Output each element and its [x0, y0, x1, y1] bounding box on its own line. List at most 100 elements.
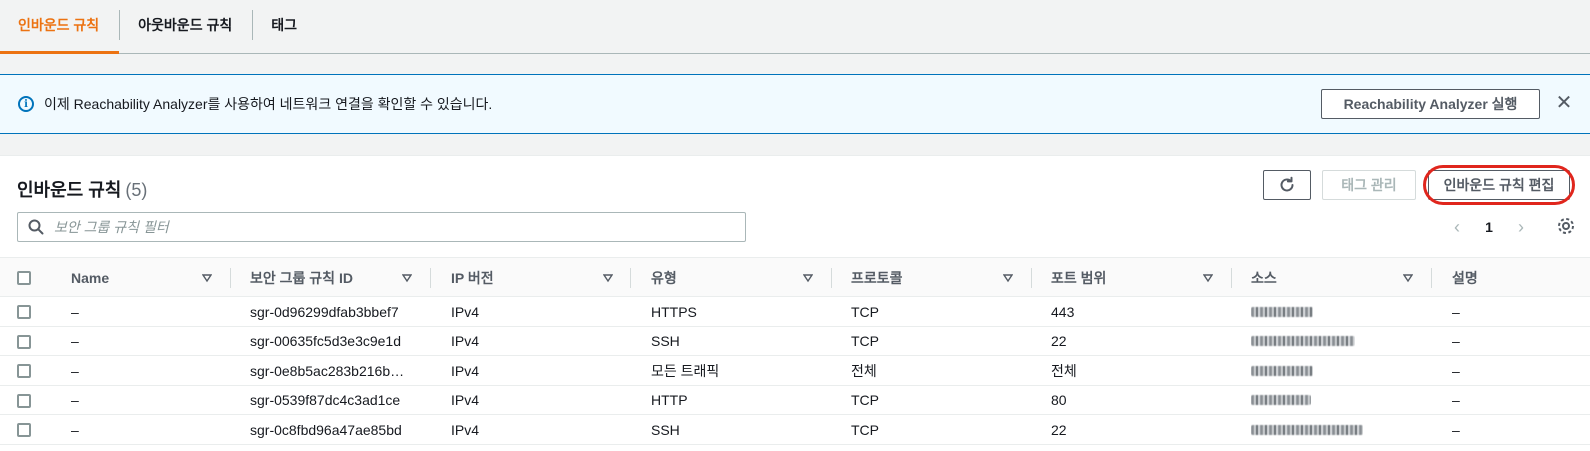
table-row[interactable]: – sgr-0539f87dc4c3ad1ce IPv4 HTTP TCP 80…: [0, 386, 1590, 416]
table-row[interactable]: – sgr-0c8fbd96a47ae85bd IPv4 SSH TCP 22 …: [0, 415, 1590, 445]
edit-inbound-rules-button[interactable]: 인바운드 규칙 편집: [1428, 170, 1570, 200]
chevron-left-icon[interactable]: ‹: [1449, 217, 1465, 238]
cell-ip-version: IPv4: [451, 303, 480, 320]
tab-bar: 인바운드 규칙 아웃바운드 규칙 태그: [0, 0, 1590, 54]
column-header-name[interactable]: Name: [71, 258, 109, 298]
search-icon: [28, 219, 44, 235]
column-divider: [831, 268, 832, 288]
cell-rule-id: sgr-00635fc5d3e3c9e1d: [250, 333, 402, 350]
cell-ip-version: IPv4: [451, 362, 480, 379]
cell-name: –: [71, 421, 79, 438]
cell-protocol: TCP: [851, 303, 879, 320]
gear-icon[interactable]: [1556, 216, 1576, 236]
tab-outbound-rules[interactable]: 아웃바운드 규칙: [120, 0, 252, 50]
cell-source-redacted: [1251, 415, 1363, 444]
cell-source-redacted: [1251, 327, 1355, 356]
table-row[interactable]: – sgr-0e8b5ac283b216b… IPv4 모든 트래픽 전체 전체…: [0, 356, 1590, 386]
close-icon[interactable]: ✕: [1554, 93, 1574, 113]
sort-icon[interactable]: [1003, 273, 1013, 283]
cell-description: –: [1452, 333, 1460, 350]
cell-description: –: [1452, 421, 1460, 438]
tab-tags[interactable]: 태그: [253, 0, 317, 50]
cell-description: –: [1452, 362, 1460, 379]
table-header: Name 보안 그룹 규칙 ID IP 버전 유형 프로토콜 포트 범위 소스 …: [0, 257, 1590, 297]
cell-source-redacted: [1251, 386, 1311, 415]
cell-type: 모든 트래픽: [651, 362, 720, 379]
cell-port-range: 22: [1051, 333, 1067, 350]
info-icon: i: [18, 96, 34, 112]
cell-port-range: 전체: [1051, 362, 1077, 379]
rule-count: (5): [125, 180, 148, 200]
cell-port-range: 80: [1051, 392, 1067, 409]
manage-tags-button[interactable]: 태그 관리: [1322, 170, 1416, 200]
refresh-icon: [1280, 176, 1294, 192]
panel-title-text: 인바운드 규칙: [17, 180, 122, 200]
column-divider: [1231, 268, 1232, 288]
cell-type: HTTP: [651, 392, 688, 409]
pagination: ‹ 1 ›: [1449, 214, 1529, 240]
info-banner: i 이제 Reachability Analyzer를 사용하여 네트워크 연결…: [0, 74, 1590, 134]
cell-type: SSH: [651, 333, 680, 350]
cell-description: –: [1452, 303, 1460, 320]
sort-icon[interactable]: [1203, 273, 1213, 283]
cell-protocol: TCP: [851, 333, 879, 350]
cell-source-redacted: [1251, 297, 1313, 326]
cell-source-redacted: [1251, 356, 1313, 385]
cell-name: –: [71, 333, 79, 350]
sort-icon[interactable]: [603, 273, 613, 283]
row-checkbox[interactable]: [17, 364, 31, 379]
row-checkbox[interactable]: [17, 334, 31, 349]
inbound-rules-panel: 인바운드 규칙(5) 태그 관리 인바운드 규칙 편집 ‹ 1 › Name 보…: [0, 155, 1590, 451]
row-checkbox[interactable]: [17, 423, 31, 438]
column-divider: [230, 268, 231, 288]
column-header-source[interactable]: 소스: [1251, 258, 1277, 298]
cell-ip-version: IPv4: [451, 333, 480, 350]
refresh-button[interactable]: [1263, 170, 1311, 200]
row-checkbox[interactable]: [17, 393, 31, 408]
cell-type: HTTPS: [651, 303, 697, 320]
cell-name: –: [71, 303, 79, 320]
rules-table: Name 보안 그룹 규칙 ID IP 버전 유형 프로토콜 포트 범위 소스 …: [0, 257, 1590, 445]
column-divider: [1031, 268, 1032, 288]
select-all-checkbox[interactable]: [17, 271, 31, 285]
cell-ip-version: IPv4: [451, 392, 480, 409]
cell-rule-id: sgr-0d96299dfab3bbef7: [250, 303, 399, 320]
table-row[interactable]: – sgr-0d96299dfab3bbef7 IPv4 HTTPS TCP 4…: [0, 297, 1590, 327]
column-header-ip-version[interactable]: IP 버전: [451, 258, 494, 298]
row-checkbox[interactable]: [17, 305, 31, 319]
cell-name: –: [71, 362, 79, 379]
cell-rule-id: sgr-0c8fbd96a47ae85bd: [250, 421, 402, 438]
column-header-rule-id[interactable]: 보안 그룹 규칙 ID: [250, 258, 353, 298]
column-header-description[interactable]: 설명: [1452, 258, 1478, 298]
tab-inbound-rules[interactable]: 인바운드 규칙: [0, 0, 120, 54]
cell-type: SSH: [651, 421, 680, 438]
cell-rule-id: sgr-0539f87dc4c3ad1ce: [250, 392, 401, 409]
column-header-protocol[interactable]: 프로토콜: [851, 258, 903, 298]
column-divider: [430, 268, 431, 288]
sort-icon[interactable]: [1403, 273, 1413, 283]
cell-protocol: 전체: [851, 362, 877, 379]
filter-field[interactable]: [17, 212, 746, 242]
column-divider: [1431, 268, 1432, 288]
sort-icon[interactable]: [202, 273, 212, 283]
current-page[interactable]: 1: [1485, 219, 1493, 235]
cell-port-range: 22: [1051, 421, 1067, 438]
column-header-type[interactable]: 유형: [651, 258, 677, 298]
cell-name: –: [71, 392, 79, 409]
sort-icon[interactable]: [803, 273, 813, 283]
chevron-right-icon[interactable]: ›: [1513, 217, 1529, 238]
cell-rule-id: sgr-0e8b5ac283b216b…: [250, 362, 405, 379]
panel-title: 인바운드 규칙 (5): [17, 176, 147, 202]
cell-protocol: TCP: [851, 392, 879, 409]
cell-ip-version: IPv4: [451, 421, 480, 438]
sort-icon[interactable]: [402, 273, 412, 283]
banner-message: 이제 Reachability Analyzer를 사용하여 네트워크 연결을 …: [44, 96, 493, 112]
cell-description: –: [1452, 392, 1460, 409]
filter-input[interactable]: [52, 214, 732, 240]
cell-protocol: TCP: [851, 421, 879, 438]
column-header-port-range[interactable]: 포트 범위: [1051, 258, 1106, 298]
column-divider: [630, 268, 631, 288]
cell-port-range: 443: [1051, 303, 1075, 320]
table-row[interactable]: – sgr-00635fc5d3e3c9e1d IPv4 SSH TCP 22 …: [0, 327, 1590, 357]
run-reachability-analyzer-button[interactable]: Reachability Analyzer 실행: [1321, 89, 1540, 119]
